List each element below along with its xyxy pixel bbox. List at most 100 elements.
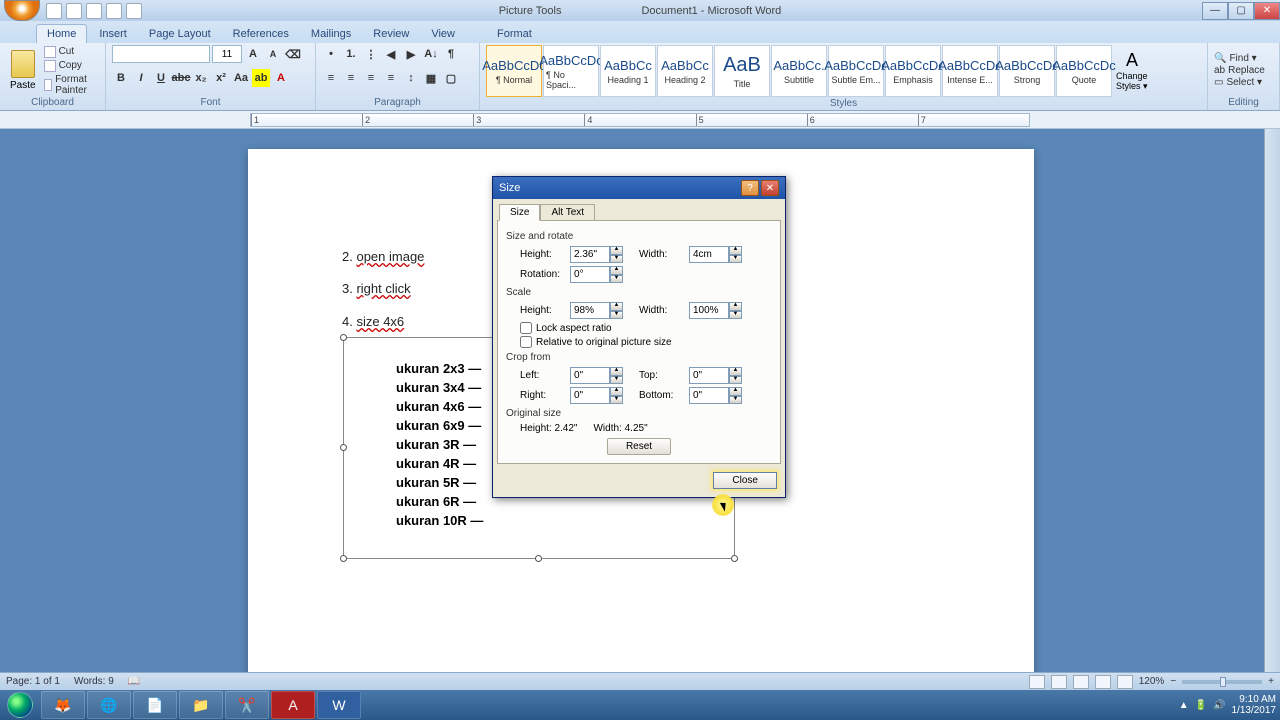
crop-right-input[interactable] (570, 387, 610, 404)
borders-icon[interactable]: ▢ (442, 69, 460, 87)
tab-review[interactable]: Review (363, 25, 419, 43)
adobe-task[interactable]: A (271, 691, 315, 719)
zoom-slider[interactable] (1182, 680, 1262, 684)
show-marks-icon[interactable]: ¶ (442, 45, 460, 63)
multilevel-icon[interactable]: ⋮ (362, 45, 380, 63)
save-icon[interactable] (46, 3, 62, 19)
word-task[interactable]: W (317, 691, 361, 719)
crop-left-input[interactable] (570, 367, 610, 384)
justify-icon[interactable]: ≡ (382, 69, 400, 87)
zoom-out-icon[interactable]: − (1170, 676, 1176, 687)
highlight-button[interactable]: ab (252, 69, 270, 87)
style-item[interactable]: AaBbCcDcEmphasis (885, 45, 941, 97)
align-right-icon[interactable]: ≡ (362, 69, 380, 87)
font-name-input[interactable] (112, 45, 210, 63)
status-page[interactable]: Page: 1 of 1 (6, 676, 60, 687)
dialog-tab-alt-text[interactable]: Alt Text (540, 204, 595, 221)
dialog-close-x[interactable]: ✕ (761, 180, 779, 196)
explorer-task[interactable]: 📁 (179, 691, 223, 719)
status-proof-icon[interactable]: 📖 (128, 676, 140, 687)
style-item[interactable]: AaBbCc.Subtitle (771, 45, 827, 97)
style-item[interactable]: AaBbCcHeading 1 (600, 45, 656, 97)
font-size-input[interactable] (212, 45, 242, 63)
new-icon[interactable] (106, 3, 122, 19)
snip-task[interactable]: ✂️ (225, 691, 269, 719)
italic-button[interactable]: I (132, 69, 150, 87)
system-tray[interactable]: ▲ 🔋 🔊 9:10 AM 1/13/2017 (1179, 694, 1280, 716)
lock-aspect-checkbox[interactable] (520, 322, 532, 334)
increase-indent-icon[interactable]: ▶ (402, 45, 420, 63)
numbering-icon[interactable]: 1. (342, 45, 360, 63)
style-item[interactable]: AaBbCcDcStrong (999, 45, 1055, 97)
find-button[interactable]: 🔍Find ▾ (1214, 53, 1265, 64)
bullets-icon[interactable]: • (322, 45, 340, 63)
tab-view[interactable]: View (421, 25, 465, 43)
dialog-tab-size[interactable]: Size (499, 204, 540, 221)
change-styles-button[interactable]: A Change Styles ▾ (1116, 49, 1148, 93)
style-item[interactable]: AaBbCcHeading 2 (657, 45, 713, 97)
dialog-titlebar[interactable]: Size ? ✕ (493, 177, 785, 199)
underline-button[interactable]: U (152, 69, 170, 87)
draft-view[interactable] (1117, 675, 1133, 689)
full-screen-view[interactable] (1051, 675, 1067, 689)
tab-format[interactable]: Format (487, 25, 542, 43)
rotation-up[interactable]: ▲ (610, 266, 623, 275)
cut-button[interactable]: Cut (44, 46, 99, 58)
tray-power-icon[interactable]: 🔋 (1195, 700, 1207, 711)
dialog-help-button[interactable]: ? (741, 180, 759, 196)
tab-page-layout[interactable]: Page Layout (139, 25, 221, 43)
grow-font-icon[interactable]: A (244, 45, 262, 63)
maximize-button[interactable]: ▢ (1228, 2, 1254, 20)
zoom-level[interactable]: 120% (1139, 676, 1165, 687)
relative-size-checkbox[interactable] (520, 336, 532, 348)
width-input[interactable] (689, 246, 729, 263)
height-down[interactable]: ▼ (610, 255, 623, 264)
tab-home[interactable]: Home (36, 24, 87, 43)
subscript-button[interactable]: x₂ (192, 69, 210, 87)
select-button[interactable]: ▭Select ▾ (1214, 77, 1265, 88)
sort-icon[interactable]: A↓ (422, 45, 440, 63)
style-item[interactable]: AaBbCcDcSubtle Em... (828, 45, 884, 97)
scale-width-input[interactable] (689, 302, 729, 319)
rotation-down[interactable]: ▼ (610, 275, 623, 284)
scale-height-input[interactable] (570, 302, 610, 319)
redo-icon[interactable] (86, 3, 102, 19)
height-up[interactable]: ▲ (610, 246, 623, 255)
style-gallery[interactable]: AaBbCcDc¶ NormalAaBbCcDc¶ No Spaci...AaB… (486, 45, 1112, 97)
line-spacing-icon[interactable]: ↕ (402, 69, 420, 87)
height-input[interactable] (570, 246, 610, 263)
strike-button[interactable]: abc (172, 69, 190, 87)
decrease-indent-icon[interactable]: ◀ (382, 45, 400, 63)
style-item[interactable]: AaBbCcDcIntense E... (942, 45, 998, 97)
ie-task[interactable]: 🌐 (87, 691, 131, 719)
minimize-button[interactable]: — (1202, 2, 1228, 20)
replace-button[interactable]: abReplace (1214, 65, 1265, 76)
crop-top-input[interactable] (689, 367, 729, 384)
tab-insert[interactable]: Insert (89, 25, 137, 43)
align-center-icon[interactable]: ≡ (342, 69, 360, 87)
width-down[interactable]: ▼ (729, 255, 742, 264)
reset-button[interactable]: Reset (607, 438, 671, 455)
tab-references[interactable]: References (223, 25, 299, 43)
print-layout-view[interactable] (1029, 675, 1045, 689)
open-icon[interactable] (126, 3, 142, 19)
office-button[interactable] (4, 0, 40, 21)
change-case-button[interactable]: Aa (232, 69, 250, 87)
style-item[interactable]: AaBTitle (714, 45, 770, 97)
clear-format-icon[interactable]: ⌫ (284, 45, 302, 63)
start-button[interactable] (0, 690, 40, 720)
vertical-scrollbar[interactable] (1264, 129, 1280, 690)
style-item[interactable]: AaBbCcDc¶ No Spaci... (543, 45, 599, 97)
shrink-font-icon[interactable]: A (264, 45, 282, 63)
status-words[interactable]: Words: 9 (74, 676, 114, 687)
zoom-in-icon[interactable]: + (1268, 676, 1274, 687)
align-left-icon[interactable]: ≡ (322, 69, 340, 87)
superscript-button[interactable]: x² (212, 69, 230, 87)
width-up[interactable]: ▲ (729, 246, 742, 255)
paste-button[interactable]: Paste (6, 48, 40, 93)
copy-button[interactable]: Copy (44, 60, 99, 72)
font-color-button[interactable]: A (272, 69, 290, 87)
notepad-task[interactable]: 📄 (133, 691, 177, 719)
undo-icon[interactable] (66, 3, 82, 19)
shading-icon[interactable]: ▦ (422, 69, 440, 87)
